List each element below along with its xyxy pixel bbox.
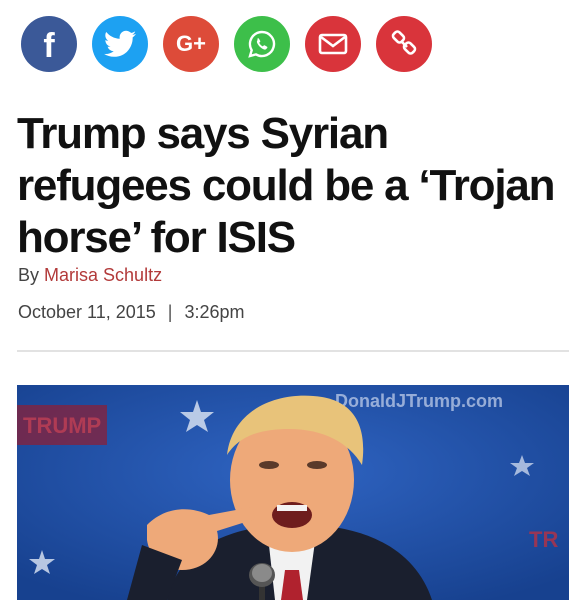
byline-prefix: By [18, 265, 40, 285]
left-banner-text: TRUMP [23, 413, 101, 438]
publish-date: October 11, 2015 [18, 302, 156, 322]
publish-time: 3:26pm [184, 302, 245, 322]
facebook-icon: f [34, 27, 64, 61]
twitter-icon [104, 30, 136, 58]
whatsapp-share-button[interactable] [234, 16, 290, 72]
svg-text:f: f [43, 27, 55, 61]
right-banner-text: TR [529, 527, 558, 552]
whatsapp-icon [246, 28, 278, 60]
facebook-share-button[interactable]: f [21, 16, 77, 72]
dateline: October 11, 2015 | 3:26pm [18, 302, 245, 323]
article-headline: Trump says Syrian refugees could be a ‘T… [17, 109, 556, 262]
share-bar: f G+ [21, 16, 432, 72]
twitter-share-button[interactable] [92, 16, 148, 72]
email-share-button[interactable] [305, 16, 361, 72]
email-icon [318, 33, 348, 55]
divider [17, 350, 569, 352]
date-separator: | [167, 302, 173, 322]
google-plus-share-button[interactable]: G+ [163, 16, 219, 72]
link-icon [389, 29, 419, 59]
google-plus-icon: G+ [176, 31, 206, 56]
watermark-text: DonaldJTrump.com [335, 391, 503, 411]
byline: By Marisa Schultz [18, 265, 162, 286]
link-share-button[interactable] [376, 16, 432, 72]
article-photo[interactable]: TRUMP DonaldJTrump.com TR [17, 385, 569, 600]
author-link[interactable]: Marisa Schultz [44, 265, 162, 285]
photo-illustration: TRUMP DonaldJTrump.com TR [17, 385, 569, 600]
